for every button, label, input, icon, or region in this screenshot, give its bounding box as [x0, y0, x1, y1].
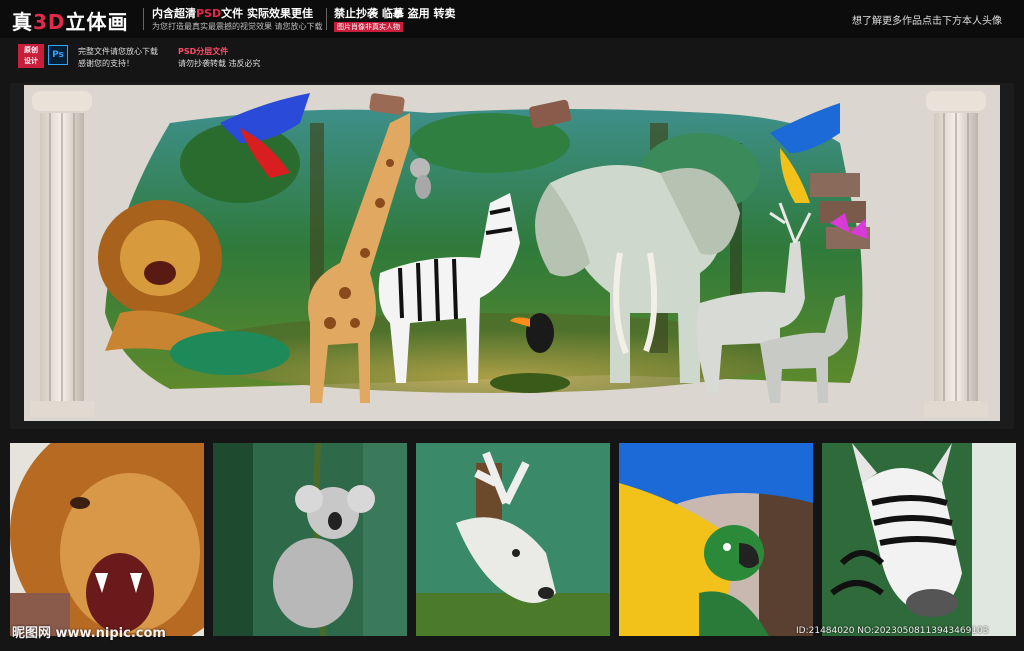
photoshop-icon: Ps — [48, 45, 68, 65]
psd-tagline: 内含超清PSD文件 实际效果更佳 — [152, 7, 313, 20]
original-design-badge: 原创 设计 — [18, 44, 44, 68]
psd-tagline-sub: 为您打造最真实最震撼的视觉效果 请您放心下载 — [152, 22, 323, 31]
portrait-notice: 图片肖像非真实人物 — [334, 22, 403, 32]
brand-title: 真3D立体画 — [12, 10, 129, 34]
site-watermark-logo: 昵图网 www.nipic.com — [12, 626, 166, 641]
divider — [143, 8, 144, 30]
top-banner: 真3D立体画 内含超清PSD文件 实际效果更佳 为您打造最真实最震撼的视觉效果 … — [0, 0, 1024, 38]
copyright-warning: 禁止抄袭 临摹 盗用 转卖 — [334, 7, 456, 20]
psd-layer-note: PSD分层文件 请勿抄袭转载 违反必究 — [178, 47, 261, 68]
zebra-closeup-thumbnail[interactable] — [822, 443, 1016, 636]
koala-closeup-thumbnail[interactable] — [213, 443, 407, 636]
divider — [326, 8, 327, 30]
download-note: 完整文件请您放心下载 感谢您的支持！ — [78, 47, 158, 68]
main-mural-image — [10, 83, 1014, 429]
more-works-link[interactable]: 想了解更多作品点击下方本人头像 — [852, 12, 1002, 27]
parrot-closeup-thumbnail[interactable] — [619, 443, 813, 636]
image-id-watermark: ID:21484020 NO:20230508113943469103 — [796, 626, 989, 636]
lion-closeup-thumbnail[interactable] — [10, 443, 204, 636]
deer-closeup-thumbnail[interactable] — [416, 443, 610, 636]
